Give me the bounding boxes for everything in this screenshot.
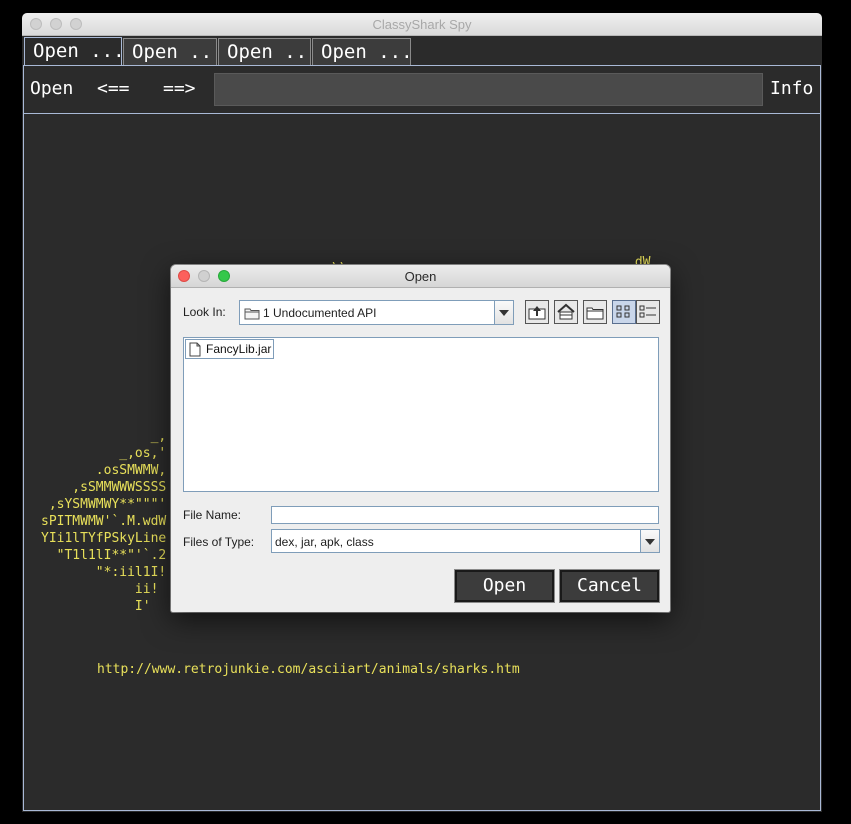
- files-of-type-value: dex, jar, apk, class: [275, 535, 374, 549]
- window-titlebar: ClassyShark Spy: [22, 13, 822, 36]
- search-input[interactable]: [214, 73, 763, 106]
- details-view-button[interactable]: [636, 300, 660, 324]
- file-name-label: File Name:: [183, 508, 242, 522]
- ascii-line: .osSMWMW,: [41, 463, 167, 478]
- file-list[interactable]: FancyLib.jar: [183, 337, 659, 492]
- tab-strip: Open ... Open ... Open ... Open ...: [22, 36, 822, 66]
- ascii-line: "T1l1lI**"'`.2: [41, 548, 167, 563]
- dialog-title: Open: [404, 269, 437, 284]
- details-view-icon: [639, 305, 656, 318]
- dialog-open-button[interactable]: Open: [454, 569, 555, 603]
- ascii-line: "*:iil1I!: [41, 565, 167, 580]
- home-button[interactable]: [554, 300, 578, 324]
- list-view-button[interactable]: [612, 300, 636, 324]
- chevron-down-icon[interactable]: [494, 301, 513, 324]
- tab-open-2[interactable]: Open ...: [123, 38, 217, 65]
- dialog-cancel-button[interactable]: Cancel: [559, 569, 660, 603]
- ascii-line: ,sYSMWMWY**"""': [41, 497, 167, 512]
- ascii-line: _,: [41, 429, 167, 444]
- file-icon: [189, 342, 201, 363]
- ascii-art-credit-link[interactable]: http://www.retrojunkie.com/asciiart/anim…: [97, 661, 520, 678]
- up-one-level-icon: [528, 306, 546, 320]
- open-dialog: Open Look In: 1 Undocumented API FancyLi…: [171, 265, 670, 612]
- tab-open-3[interactable]: Open ...: [218, 38, 311, 65]
- ascii-line: YIi1lTYfPSkyLine: [41, 531, 167, 546]
- dialog-titlebar: Open: [171, 265, 670, 288]
- ascii-line: ii!: [41, 582, 159, 597]
- tab-open-1[interactable]: Open ...: [24, 37, 122, 66]
- list-view-icon: [616, 305, 630, 318]
- toolbar: Open <== ==> Info: [24, 66, 820, 114]
- folder-icon: [244, 306, 260, 323]
- file-name-field[interactable]: [271, 506, 659, 524]
- home-icon: [557, 303, 575, 320]
- look-in-combo[interactable]: 1 Undocumented API: [239, 300, 514, 325]
- new-folder-icon: [586, 307, 604, 320]
- ascii-line: _,os,': [41, 446, 167, 461]
- back-button[interactable]: <==: [97, 77, 130, 101]
- file-name: FancyLib.jar: [206, 342, 272, 356]
- forward-button[interactable]: ==>: [163, 77, 196, 101]
- chevron-down-icon[interactable]: [640, 530, 659, 552]
- list-item[interactable]: FancyLib.jar: [185, 339, 275, 359]
- new-folder-button[interactable]: [583, 300, 607, 324]
- files-of-type-select[interactable]: dex, jar, apk, class: [271, 529, 660, 553]
- ascii-line: sPITMWMW'`.M.wdW: [41, 514, 167, 529]
- open-button[interactable]: Open: [30, 77, 73, 101]
- ascii-art-shark: _, _,os,' .osSMWMW, ,sSMMWWWSSSS ,sYSMWM…: [41, 428, 166, 615]
- ascii-line: ,sSMMWWWSSSS: [41, 480, 167, 495]
- ascii-line: I': [41, 599, 151, 614]
- tab-open-4[interactable]: Open ...: [312, 38, 411, 65]
- files-of-type-label: Files of Type:: [183, 535, 255, 549]
- info-button[interactable]: Info: [770, 77, 813, 101]
- up-one-level-button[interactable]: [525, 300, 549, 324]
- look-in-value: 1 Undocumented API: [263, 306, 377, 320]
- window-title: ClassyShark Spy: [372, 17, 472, 32]
- look-in-label: Look In:: [183, 305, 226, 319]
